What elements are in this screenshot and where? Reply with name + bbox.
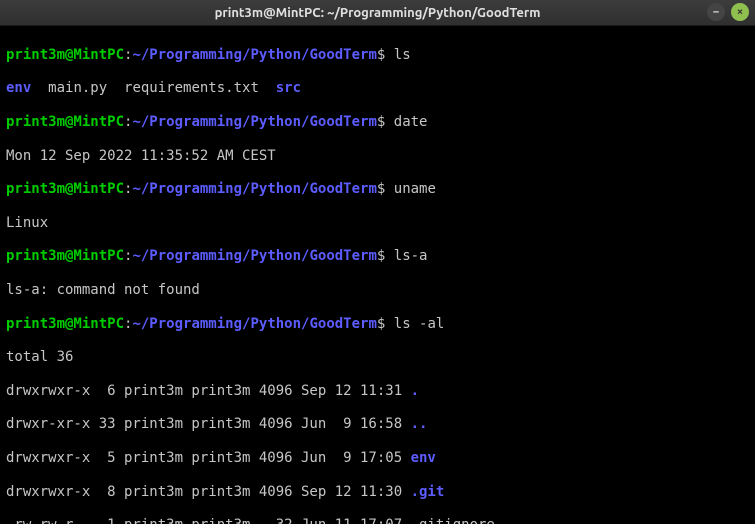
prompt-path: ~/Programming/Python/GoodTerm [132,47,376,63]
prompt-user: print3m@MintPC [6,47,124,63]
prompt-path: ~/Programming/Python/GoodTerm [132,181,376,197]
ls-row: drwxrwxr-x 8 print3m print3m 4096 Sep 12… [6,484,411,500]
ls-row: -rw-rw-r-- 1 print3m print3m 32 Jun 11 1… [6,517,495,524]
prompt-path: ~/Programming/Python/GoodTerm [132,316,376,332]
prompt-user: print3m@MintPC [6,114,124,130]
window-controls: – × [707,3,749,21]
dir-name: . [411,383,419,399]
prompt-path: ~/Programming/Python/GoodTerm [132,114,376,130]
terminal-area[interactable]: print3m@MintPC:~/Programming/Python/Good… [0,26,755,524]
error-output: ls-a: command not found [6,282,200,298]
ls-total: total 36 [6,349,73,365]
ls-row: drwxrwxr-x 5 print3m print3m 4096 Jun 9 … [6,450,411,466]
prompt-user: print3m@MintPC [6,181,124,197]
dir-name: .. [411,416,428,432]
ls-output-dir: src [276,80,301,96]
titlebar: print3m@MintPC: ~/Programming/Python/Goo… [0,0,755,26]
minimize-button[interactable]: – [707,3,725,21]
ls-row: drwxrwxr-x 6 print3m print3m 4096 Sep 12… [6,383,411,399]
ls-output-files: main.py requirements.txt [31,80,275,96]
dir-name: env [411,450,436,466]
command-text: ls -al [394,316,445,332]
command-text: date [394,114,428,130]
command-text: ls-a [394,248,428,264]
prompt-path: ~/Programming/Python/GoodTerm [132,248,376,264]
prompt-user: print3m@MintPC [6,248,124,264]
window-title: print3m@MintPC: ~/Programming/Python/Goo… [215,6,541,20]
close-button[interactable]: × [731,3,749,21]
ls-row: drwxr-xr-x 33 print3m print3m 4096 Jun 9… [6,416,411,432]
uname-output: Linux [6,215,48,231]
ls-output-dir: env [6,80,31,96]
date-output: Mon 12 Sep 2022 11:35:52 AM CEST [6,148,276,164]
command-text: uname [394,181,436,197]
prompt-user: print3m@MintPC [6,316,124,332]
command-text: ls [394,47,411,63]
dir-name: .git [411,484,445,500]
